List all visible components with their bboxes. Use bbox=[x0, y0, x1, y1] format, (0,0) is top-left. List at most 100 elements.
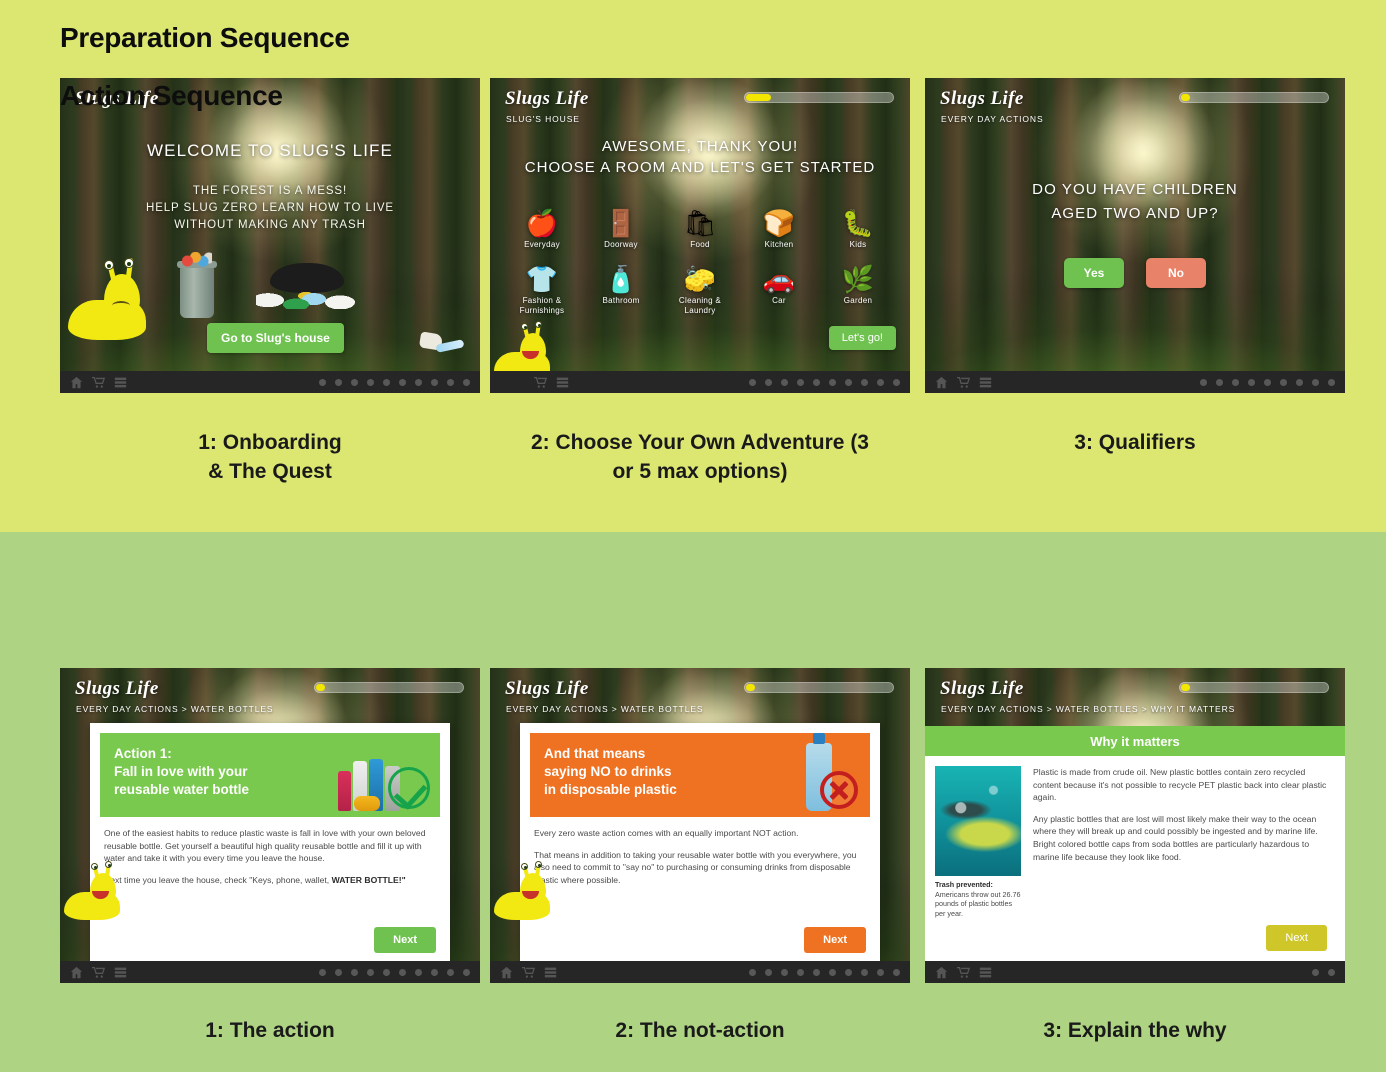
action-card-title: Action 1: Fall in love with your reusable … bbox=[114, 746, 250, 797]
caption-onboarding: 1: Onboarding & The Quest bbox=[198, 431, 342, 483]
menu-icon[interactable] bbox=[114, 966, 127, 979]
apple-icon: 🍎 bbox=[525, 208, 559, 238]
menu-icon[interactable] bbox=[544, 966, 557, 979]
room-kitchen[interactable]: 🍞 Kitchen bbox=[741, 208, 817, 250]
progress-knob bbox=[746, 684, 755, 691]
room-row-1: 🍎 Everyday 🚪 Doorway 🛍 Food 🍞 Kitchen 🐛 … bbox=[504, 208, 896, 250]
menu-icon[interactable] bbox=[979, 376, 992, 389]
caption-explain-the-why: 3: Explain the why bbox=[1043, 1019, 1227, 1042]
ocean-plastic-image bbox=[935, 766, 1021, 876]
room-bathroom[interactable]: 🧴 Bathroom bbox=[583, 264, 659, 316]
cart-icon[interactable] bbox=[92, 966, 105, 979]
next-button[interactable]: Next bbox=[804, 927, 866, 953]
menu-icon[interactable] bbox=[114, 376, 127, 389]
plant-icon: 🌿 bbox=[841, 264, 875, 294]
progress-bar[interactable] bbox=[314, 682, 464, 693]
breadcrumb: EVERY DAY ACTIONS bbox=[941, 114, 1044, 124]
cart-icon[interactable] bbox=[534, 376, 547, 389]
progress-bar[interactable] bbox=[1179, 92, 1329, 103]
home-icon[interactable] bbox=[500, 966, 513, 979]
progress-bar[interactable] bbox=[1179, 682, 1329, 693]
action-paragraph-2: Next time you leave the house, check "Ke… bbox=[104, 874, 406, 885]
home-icon[interactable] bbox=[70, 376, 83, 389]
onboarding-subtitle: THE FOREST IS A MESS! HELP SLUG ZERO LEA… bbox=[60, 183, 480, 234]
pagination-dots[interactable] bbox=[319, 378, 470, 386]
room-kids[interactable]: 🐛 Kids bbox=[820, 208, 896, 250]
room-food[interactable]: 🛍 Food bbox=[662, 208, 738, 250]
app-logo: Slugs Life bbox=[940, 678, 1024, 699]
room-garden[interactable]: 🌿 Garden bbox=[820, 264, 896, 316]
yes-button[interactable]: Yes bbox=[1064, 258, 1124, 288]
cart-icon[interactable] bbox=[522, 966, 535, 979]
go-to-slugs-house-button[interactable]: Go to Slug's house bbox=[207, 323, 344, 353]
room-everyday[interactable]: 🍎 Everyday bbox=[504, 208, 580, 250]
bottle-litter-icon bbox=[418, 331, 465, 355]
screen-why-it-matters[interactable]: Slugs Life EVERY DAY ACTIONS > WATER BOT… bbox=[925, 668, 1345, 983]
room-fashion-furnishings[interactable]: 👕 Fashion & Furnishings bbox=[504, 264, 580, 316]
qualifier-question-line1: DO YOU HAVE CHILDREN bbox=[1032, 181, 1238, 198]
action-card-title: And that means saying NO to drinks in disp… bbox=[544, 746, 677, 797]
cart-icon[interactable] bbox=[92, 376, 105, 389]
cart-icon[interactable] bbox=[957, 966, 970, 979]
bottom-nav-bar[interactable] bbox=[490, 371, 910, 393]
choose-room-title-line2: CHOOSE A ROOM AND LET'S GET STARTED bbox=[524, 159, 876, 176]
choose-room-title-line1: AWESOME, THANK YOU! bbox=[601, 138, 799, 155]
room-doorway[interactable]: 🚪 Doorway bbox=[583, 208, 659, 250]
pagination-dots[interactable] bbox=[1312, 968, 1335, 976]
slug-family-icon: 🐛 bbox=[841, 208, 875, 238]
room-cleaning-laundry[interactable]: 🧽 Cleaning & Laundry bbox=[662, 264, 738, 316]
why-text: Plastic is made from crude oil. New plas… bbox=[1033, 766, 1335, 918]
next-button[interactable]: Next bbox=[1266, 925, 1327, 951]
action-card-body: Every zero waste action comes with an eq… bbox=[520, 817, 880, 886]
home-icon[interactable] bbox=[935, 376, 948, 389]
app-logo: Slugs Life bbox=[75, 678, 159, 699]
trash-prevented-caption: Trash prevented: Americans throw out 26.… bbox=[935, 880, 1021, 918]
action-card-banner: Action 1: Fall in love with your reusable … bbox=[100, 733, 440, 817]
menu-icon[interactable] bbox=[979, 966, 992, 979]
bottom-nav-bar[interactable] bbox=[60, 961, 480, 983]
screen-the-not-action[interactable]: Slugs Life EVERY DAY ACTIONS > WATER BOT… bbox=[490, 668, 910, 983]
shampoo-bottles-icon: 🧴 bbox=[604, 264, 638, 294]
cutting-board-icon: 🍞 bbox=[762, 208, 796, 238]
tshirt-icon: 👕 bbox=[525, 264, 559, 294]
onboarding-subtitle-line1: THE FOREST IS A MESS! bbox=[192, 185, 348, 197]
caption-qualifiers: 3: Qualifiers bbox=[1074, 431, 1196, 454]
no-button[interactable]: No bbox=[1146, 258, 1206, 288]
screen-onboarding[interactable]: Slugs Life WELCOME TO SLUG'S LIFE THE FO… bbox=[60, 78, 480, 393]
room-car[interactable]: 🚗 Car bbox=[741, 264, 817, 316]
bottom-nav-bar[interactable] bbox=[490, 961, 910, 983]
home-icon[interactable] bbox=[70, 966, 83, 979]
app-logo: Slugs Life bbox=[940, 88, 1024, 109]
screen-choose-room[interactable]: Slugs Life SLUG'S HOUSE AWESOME, THANK Y… bbox=[490, 78, 910, 393]
breadcrumb: EVERY DAY ACTIONS > WATER BOTTLES bbox=[506, 704, 704, 714]
bottom-nav-bar[interactable] bbox=[925, 371, 1345, 393]
action-card: Action 1: Fall in love with your reusable … bbox=[90, 723, 450, 965]
screen-the-action[interactable]: Slugs Life EVERY DAY ACTIONS > WATER BOT… bbox=[60, 668, 480, 983]
why-it-matters-card: Why it matters Trash prevented: American… bbox=[925, 726, 1345, 965]
action-card: And that means saying NO to drinks in disp… bbox=[520, 723, 880, 965]
pagination-dots[interactable] bbox=[319, 968, 470, 976]
pagination-dots[interactable] bbox=[749, 968, 900, 976]
screen-qualifiers[interactable]: Slugs Life EVERY DAY ACTIONS DO YOU HAVE… bbox=[925, 78, 1345, 393]
room-label: Fashion & Furnishings bbox=[519, 296, 565, 315]
disposable-bottle-icon bbox=[766, 733, 862, 813]
bottom-nav-bar[interactable] bbox=[925, 961, 1345, 983]
progress-knob bbox=[316, 684, 325, 691]
bottom-nav-bar[interactable] bbox=[60, 371, 480, 393]
pagination-dots[interactable] bbox=[749, 378, 900, 386]
menu-icon[interactable] bbox=[556, 376, 569, 389]
checkmark-icon bbox=[388, 767, 430, 809]
home-icon[interactable] bbox=[935, 966, 948, 979]
lets-go-button[interactable]: Let's go! bbox=[828, 326, 896, 350]
app-logo: Slugs Life bbox=[505, 678, 589, 699]
app-logo: Slugs Life bbox=[505, 88, 589, 109]
cart-icon[interactable] bbox=[957, 376, 970, 389]
progress-bar[interactable] bbox=[744, 92, 894, 103]
onboarding-subtitle-line3: WITHOUT MAKING ANY TRASH bbox=[174, 219, 366, 231]
pagination-dots[interactable] bbox=[1200, 378, 1335, 386]
qualifier-answers: Yes No bbox=[925, 258, 1345, 288]
progress-bar[interactable] bbox=[744, 682, 894, 693]
progress-knob bbox=[1181, 684, 1190, 691]
next-button[interactable]: Next bbox=[374, 927, 436, 953]
why-paragraph-1: Plastic is made from crude oil. New plas… bbox=[1033, 767, 1327, 803]
